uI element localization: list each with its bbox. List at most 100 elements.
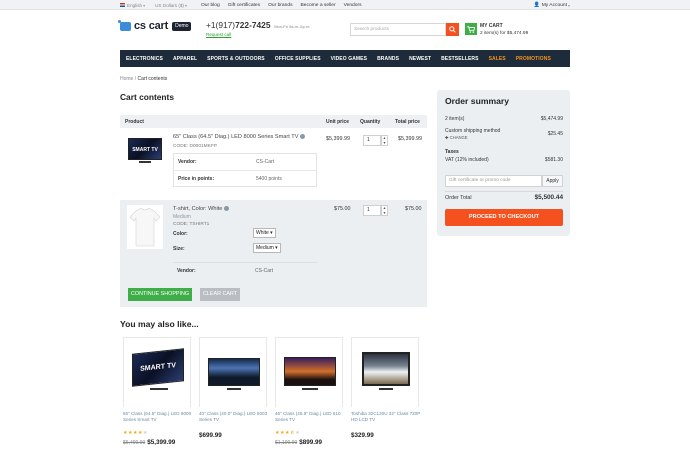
- nav-bestsellers[interactable]: BESTSELLERS: [441, 56, 479, 62]
- my-cart-widget[interactable]: MY CART 2 item(s) for $5,474.99: [465, 23, 528, 36]
- quantity-stepper[interactable]: ▲ ▼: [381, 205, 388, 216]
- shopping-cart-icon: [465, 23, 477, 35]
- product-thumbnail[interactable]: [275, 337, 343, 407]
- product-thumbnail[interactable]: [351, 337, 419, 407]
- nav-promotions[interactable]: PROMOTIONS: [516, 56, 551, 62]
- search-input[interactable]: Search products: [350, 23, 446, 36]
- page-title: Cart contents: [120, 92, 174, 102]
- nav-apparel[interactable]: APPAREL: [173, 56, 197, 62]
- site-logo[interactable]: cs cart Demo: [118, 19, 192, 32]
- breadcrumb-current: Cart contents: [137, 76, 168, 82]
- contact-phone: +1(917)722-7425 Mon-Fri 9a.m.-6p.m. Requ…: [206, 20, 311, 37]
- color-select[interactable]: White ▾: [253, 228, 276, 238]
- tv-stand: [139, 161, 151, 163]
- search-icon: [449, 26, 456, 33]
- nav-newest[interactable]: NEWEST: [409, 56, 431, 62]
- product-code: CODE: D0001MKFP: [173, 144, 217, 149]
- product-price: $6,499.99 $5,399.99: [123, 439, 176, 446]
- product-name-link[interactable]: 65" Class (64.5" Diag.) LED 8000 Series …: [123, 411, 193, 422]
- clear-cart-button[interactable]: CLEAR CART: [200, 288, 241, 301]
- product-image-smart-tv[interactable]: SMART TV: [128, 138, 162, 160]
- recommendations-title: You may also like...: [120, 319, 199, 329]
- change-shipping-link[interactable]: ✚ CHANGE: [445, 135, 563, 140]
- tv-stand: [150, 388, 168, 390]
- breadcrumb: Home / Cart contents: [120, 76, 168, 82]
- product-price: $1,199.99 $899.99: [275, 439, 323, 446]
- link-vendors[interactable]: Vendors: [344, 3, 362, 8]
- rating-stars: ★★★★★: [123, 430, 148, 436]
- product-variant: Medium: [173, 214, 191, 220]
- info-icon[interactable]: [224, 206, 230, 212]
- user-icon: 👤: [533, 2, 540, 8]
- quantity-input[interactable]: 1: [363, 205, 381, 216]
- nav-sales[interactable]: SALES: [489, 56, 506, 62]
- tv-stand: [302, 388, 318, 390]
- plus-icon: ✚: [445, 135, 449, 140]
- product-image-tshirt[interactable]: [127, 205, 163, 249]
- info-icon[interactable]: [300, 134, 306, 140]
- product-thumbnail[interactable]: SMART TV: [123, 337, 191, 407]
- product-image-smart-tv: SMART TV: [132, 348, 184, 387]
- summary-divider: [445, 191, 563, 192]
- nav-sports-outdoors[interactable]: SPORTS & OUTDOORS: [207, 56, 265, 62]
- search-button[interactable]: [446, 23, 459, 36]
- continue-shopping-button[interactable]: CONTINUE SHOPPING: [128, 288, 193, 301]
- cart-item-title[interactable]: 65" Class (64.5" Diag.) LED 8000 Series …: [173, 134, 306, 140]
- quantity-input[interactable]: 1: [363, 135, 381, 146]
- vendor-value[interactable]: CS-Cart: [255, 268, 273, 274]
- top-bar: English ▾ US Dollars ($) ▾ Our blog Gift…: [0, 0, 690, 10]
- product-name-link[interactable]: Toshiba 32C120U 32" Class 720P HD LCD TV: [351, 411, 421, 422]
- rating-stars: ★★★⯪★: [275, 430, 301, 436]
- size-select[interactable]: Medium ▾: [253, 243, 281, 253]
- proceed-to-checkout-button[interactable]: PROCEED TO CHECKOUT: [445, 209, 563, 226]
- apply-promo-button[interactable]: Apply: [542, 175, 563, 187]
- nav-video-games[interactable]: VIDEO GAMES: [331, 56, 367, 62]
- product-price: $329.99: [351, 432, 374, 439]
- cart-table: Product Unit price Quantity Total price …: [120, 115, 427, 284]
- cart-item-row: SMART TV 65" Class (64.5" Diag.) LED 800…: [120, 128, 427, 200]
- product-name-link[interactable]: 40" Class (40.0" Diag.) LED 5003 Series …: [199, 411, 269, 422]
- product-vendor: Vendor: CS-Cart: [173, 262, 317, 278]
- product-image-tv: [362, 352, 410, 386]
- promo-code-input[interactable]: Gift certificate or promo code: [445, 175, 542, 187]
- unit-price: $75.00: [334, 206, 351, 212]
- chevron-down-icon: ▾: [567, 2, 570, 8]
- us-flag-icon: [120, 3, 125, 7]
- currency-selector[interactable]: US Dollars ($) ▾: [155, 3, 187, 8]
- cart-logo-icon: [118, 19, 131, 31]
- quantity-stepper[interactable]: ▲ ▼: [381, 135, 388, 146]
- unit-price: $5,399.99: [326, 136, 350, 142]
- cart-table-header: Product Unit price Quantity Total price: [120, 115, 427, 128]
- demo-badge: Demo: [172, 21, 192, 31]
- main-navigation: ELECTRONICS APPAREL SPORTS & OUTDOORS OF…: [120, 50, 570, 67]
- product-name-link[interactable]: 46" Class (45.9" Diag.) LED 610 Series T…: [275, 411, 345, 422]
- order-summary-title: Order summary: [445, 96, 510, 106]
- tv-stand: [379, 388, 393, 390]
- total-price: $75.00: [405, 206, 422, 212]
- chevron-down-icon: ▾: [143, 2, 146, 8]
- link-our-brands[interactable]: Our brands: [268, 3, 292, 8]
- cart-item-row: T-shirt, Color: White Medium CODE: TSHIR…: [120, 200, 427, 284]
- vendor-value[interactable]: CS-Cart: [256, 159, 274, 165]
- site-header: cs cart Demo +1(917)722-7425 Mon-Fri 9a.…: [118, 18, 570, 44]
- chevron-down-icon: ▾: [184, 2, 187, 8]
- product-options: Color: White ▾ Size: Medium ▾: [173, 228, 317, 258]
- my-account-menu[interactable]: 👤 My Account ▾: [533, 2, 570, 8]
- nav-electronics[interactable]: ELECTRONICS: [126, 56, 163, 62]
- link-gift-certificates[interactable]: Gift certificates: [228, 3, 260, 8]
- nav-brands[interactable]: BRANDS: [377, 56, 399, 62]
- product-image-tv: [284, 357, 336, 386]
- language-selector[interactable]: English ▾: [120, 3, 145, 8]
- product-details: Vendor: CS-Cart Price in points: 5400 po…: [173, 153, 317, 187]
- tv-stand: [227, 388, 241, 390]
- product-thumbnail[interactable]: [199, 337, 267, 407]
- link-become-seller[interactable]: Become a seller: [301, 3, 336, 8]
- nav-office-supplies[interactable]: OFFICE SUPPLIES: [275, 56, 321, 62]
- link-our-blog[interactable]: Our blog: [201, 3, 220, 8]
- request-call-link[interactable]: Request call: [206, 32, 310, 37]
- product-price: $699.99: [199, 432, 222, 439]
- cart-actions: CONTINUE SHOPPING CLEAR CART: [120, 281, 427, 307]
- cart-item-title[interactable]: T-shirt, Color: White: [173, 206, 230, 212]
- product-image-tv: [208, 358, 260, 386]
- breadcrumb-home[interactable]: Home: [120, 76, 133, 82]
